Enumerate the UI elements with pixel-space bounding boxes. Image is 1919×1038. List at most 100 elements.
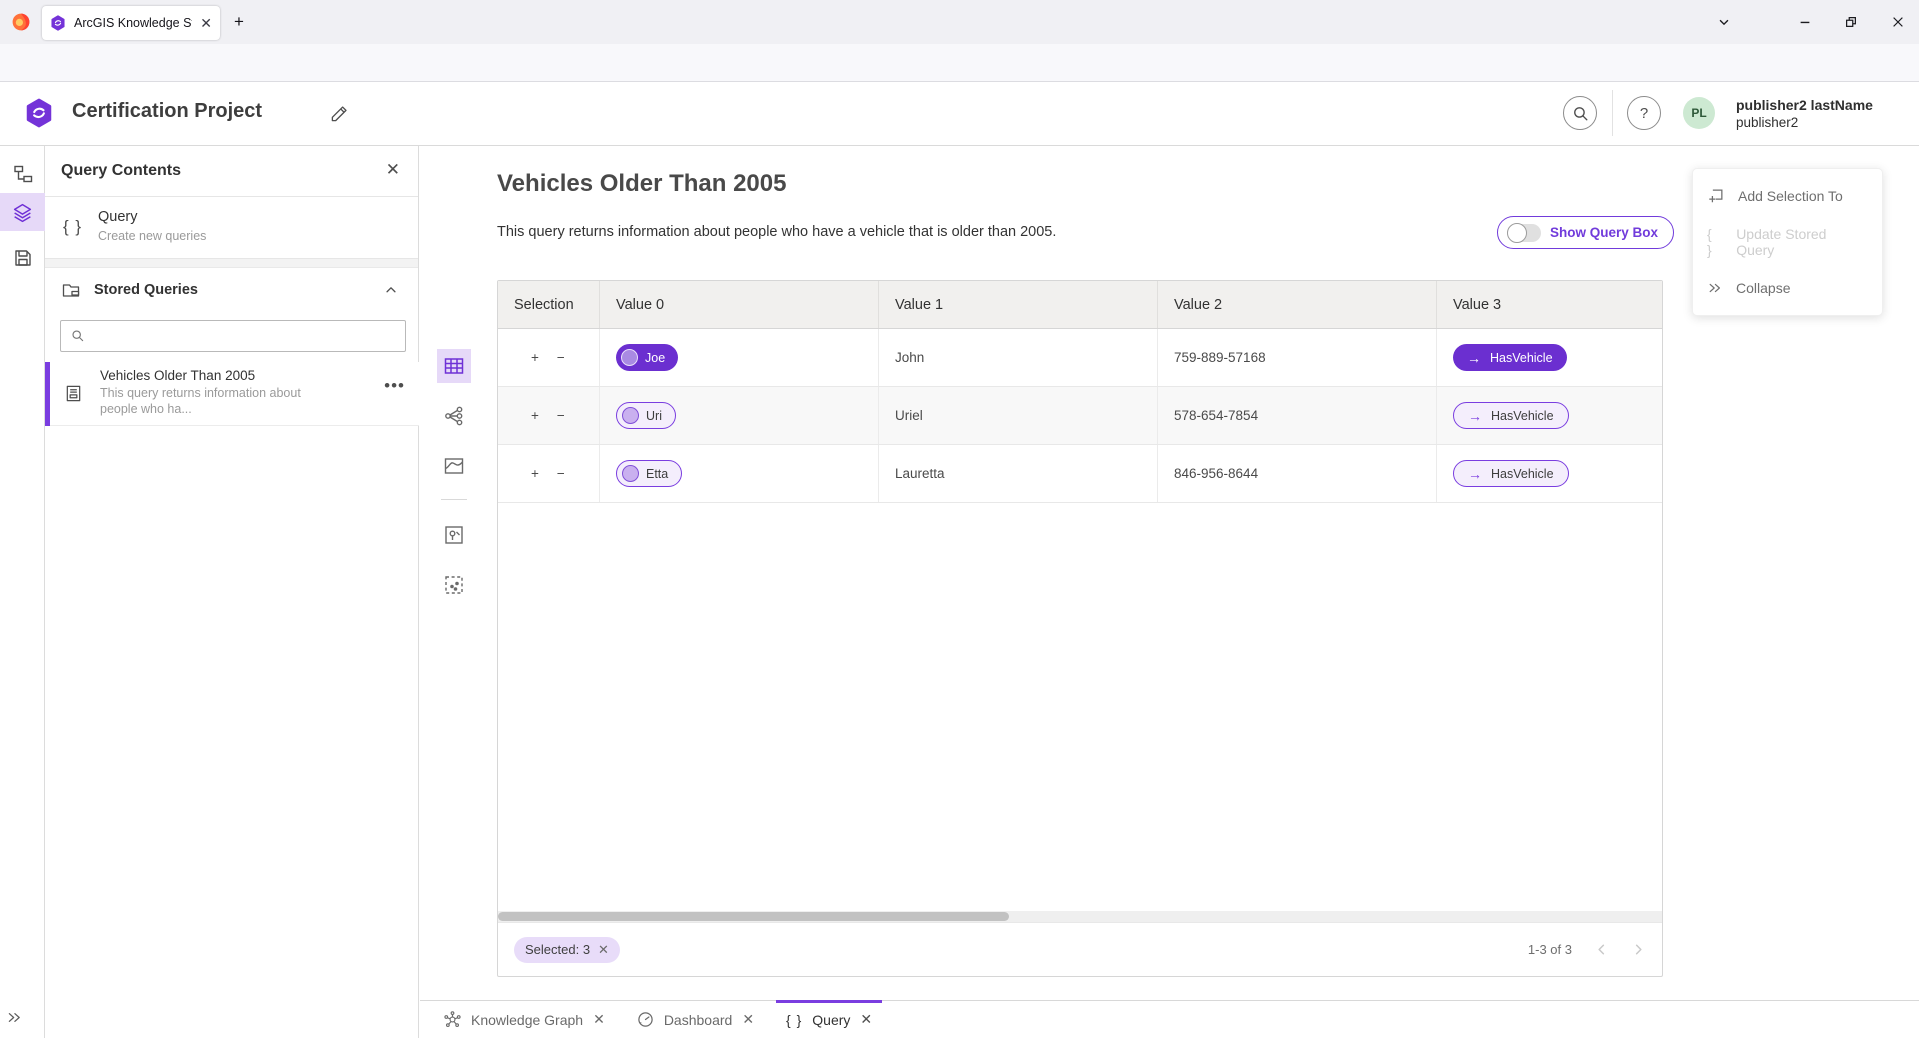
chevron-up-icon[interactable] bbox=[384, 283, 398, 297]
query-item-label: Query bbox=[98, 209, 138, 225]
contents-layers-rail-button[interactable] bbox=[0, 193, 45, 231]
browser-tab-title: ArcGIS Knowledge Studio bbox=[74, 16, 192, 30]
pagination-label: 1-3 of 3 bbox=[1528, 942, 1572, 957]
collapse-chevrons-icon bbox=[1707, 280, 1723, 296]
stored-queries-search[interactable] bbox=[60, 320, 406, 352]
table-view-button[interactable] bbox=[437, 349, 471, 383]
window-minimize-button[interactable] bbox=[1794, 11, 1816, 33]
stored-query-item[interactable]: Vehicles Older Than 2005 This query retu… bbox=[45, 362, 419, 426]
selected-indicator-bar bbox=[45, 362, 50, 426]
tab-close-icon[interactable]: ✕ bbox=[593, 1011, 605, 1028]
content-tab-bar: Knowledge Graph ✕ Dashboard ✕ { } Query … bbox=[420, 1000, 1919, 1038]
item-options-ellipsis-icon[interactable]: ••• bbox=[384, 376, 405, 396]
tab-close-icon[interactable]: ✕ bbox=[200, 16, 212, 30]
window-restore-button[interactable] bbox=[1840, 11, 1862, 33]
save-rail-button[interactable] bbox=[0, 239, 45, 277]
relationship-pill[interactable]: →HasVehicle bbox=[1453, 402, 1569, 429]
browser-tab-strip: ArcGIS Knowledge Studio ✕ + bbox=[0, 0, 1919, 44]
tab-knowledge-graph[interactable]: Knowledge Graph ✕ bbox=[428, 1001, 621, 1038]
tab-dashboard[interactable]: Dashboard ✕ bbox=[621, 1001, 770, 1038]
tab-close-icon[interactable]: ✕ bbox=[742, 1011, 754, 1028]
arrow-right-icon: → bbox=[1468, 467, 1482, 481]
selection-context-menu: Add Selection To { } Update Stored Query… bbox=[1692, 168, 1883, 316]
new-tab-button[interactable]: + bbox=[228, 11, 250, 33]
show-query-box-toggle[interactable]: Show Query Box bbox=[1497, 216, 1674, 249]
query-item[interactable]: { } Query Create new queries bbox=[45, 197, 418, 259]
next-page-chevron-icon[interactable] bbox=[1631, 942, 1646, 957]
table-row[interactable]: + − Etta Lauretta 846-956-8644 →HasVehic… bbox=[498, 445, 1662, 503]
cell-value2[interactable]: 846-956-8644 bbox=[1158, 445, 1437, 502]
remove-from-selection-button[interactable]: − bbox=[557, 467, 565, 481]
clear-selection-icon[interactable]: ✕ bbox=[598, 942, 609, 958]
expand-panel-chevrons-icon[interactable] bbox=[6, 1009, 23, 1026]
column-header-value1[interactable]: Value 1 bbox=[879, 281, 1158, 328]
entity-pill-selected[interactable]: Joe bbox=[616, 344, 678, 371]
table-row[interactable]: + − Joe John 759-889-57168 →HasVehicle bbox=[498, 329, 1662, 387]
column-header-value0[interactable]: Value 0 bbox=[600, 281, 879, 328]
cell-value1[interactable]: Lauretta bbox=[879, 445, 1158, 502]
horizontal-scrollbar[interactable] bbox=[498, 911, 1662, 922]
remove-from-selection-button[interactable]: − bbox=[557, 351, 565, 365]
add-to-selection-button[interactable]: + bbox=[531, 467, 539, 481]
tab-close-icon[interactable]: ✕ bbox=[860, 1011, 872, 1028]
cell-value2[interactable]: 759-889-57168 bbox=[1158, 329, 1437, 386]
column-header-value2[interactable]: Value 2 bbox=[1158, 281, 1437, 328]
dashboard-gauge-icon bbox=[637, 1011, 654, 1028]
column-header-value3[interactable]: Value 3 bbox=[1437, 281, 1662, 328]
pagination: 1-3 of 3 bbox=[1528, 942, 1646, 957]
link-chart-rail-button[interactable] bbox=[0, 155, 45, 193]
entity-pill[interactable]: Etta bbox=[616, 460, 682, 487]
remove-from-selection-button[interactable]: − bbox=[557, 409, 565, 423]
add-to-selection-button[interactable]: + bbox=[531, 409, 539, 423]
cell-value2[interactable]: 578-654-7854 bbox=[1158, 387, 1437, 444]
user-username: publisher2 bbox=[1736, 115, 1873, 132]
previous-page-chevron-icon[interactable] bbox=[1594, 942, 1609, 957]
toggle-knob bbox=[1507, 223, 1527, 243]
toggle-track[interactable] bbox=[1507, 224, 1541, 242]
panel-title: Query Contents bbox=[61, 162, 181, 180]
entity-pill[interactable]: Uri bbox=[616, 402, 676, 429]
add-to-selection-button[interactable]: + bbox=[531, 351, 539, 365]
scrollbar-thumb[interactable] bbox=[498, 912, 1009, 921]
menu-item-update-stored-query[interactable]: { } Update Stored Query bbox=[1693, 219, 1882, 265]
add-selection-icon bbox=[1707, 187, 1725, 205]
query-result-description: This query returns information about peo… bbox=[497, 224, 1056, 240]
relationship-pill-selected[interactable]: →HasVehicle bbox=[1453, 344, 1567, 371]
edit-title-pencil-icon[interactable] bbox=[330, 104, 349, 123]
map-view-button[interactable] bbox=[437, 449, 471, 483]
cell-value1[interactable]: John bbox=[879, 329, 1158, 386]
selected-count-chip[interactable]: Selected: 3 ✕ bbox=[514, 937, 620, 963]
column-header-selection[interactable]: Selection bbox=[498, 281, 600, 328]
firefox-icon bbox=[12, 13, 30, 31]
arrow-right-icon: → bbox=[1467, 351, 1481, 365]
window-close-button[interactable] bbox=[1887, 11, 1909, 33]
stored-queries-label: Stored Queries bbox=[94, 282, 198, 298]
braces-icon: { } bbox=[1707, 226, 1723, 258]
tab-list-caret-icon[interactable] bbox=[1713, 11, 1735, 33]
browser-tab-active[interactable]: ArcGIS Knowledge Studio ✕ bbox=[42, 6, 220, 40]
stored-queries-section-header[interactable]: Stored Queries bbox=[45, 268, 418, 312]
panel-section-gap bbox=[45, 259, 418, 268]
panel-close-icon[interactable]: ✕ bbox=[386, 160, 400, 180]
user-avatar[interactable]: PL bbox=[1683, 97, 1715, 129]
help-button[interactable]: ? bbox=[1627, 96, 1661, 130]
table-empty-area bbox=[498, 503, 1662, 911]
user-info[interactable]: publisher2 lastName publisher2 bbox=[1736, 97, 1873, 131]
tab-query[interactable]: { } Query ✕ bbox=[770, 1001, 888, 1038]
braces-icon: { } bbox=[63, 217, 82, 237]
menu-item-add-selection-to[interactable]: Add Selection To bbox=[1693, 173, 1882, 219]
relationship-pill[interactable]: →HasVehicle bbox=[1453, 460, 1569, 487]
search-input[interactable] bbox=[93, 329, 395, 344]
stored-query-description: This query returns information about peo… bbox=[100, 386, 310, 417]
menu-item-collapse[interactable]: Collapse bbox=[1693, 265, 1882, 311]
selection-tools-button[interactable] bbox=[437, 568, 471, 602]
cell-value1[interactable]: Uriel bbox=[879, 387, 1158, 444]
add-to-map-button[interactable] bbox=[437, 518, 471, 552]
header-search-button[interactable] bbox=[1563, 96, 1597, 130]
braces-icon: { } bbox=[786, 1012, 802, 1028]
table-row[interactable]: + − Uri Uriel 578-654-7854 →HasVehicle bbox=[498, 387, 1662, 445]
project-title: Certification Project bbox=[72, 100, 262, 123]
stored-query-title: Vehicles Older Than 2005 bbox=[100, 368, 255, 383]
app-window: ArcGIS Knowledge Studio ✕ + htt bbox=[0, 0, 1919, 1038]
link-chart-view-button[interactable] bbox=[437, 399, 471, 433]
